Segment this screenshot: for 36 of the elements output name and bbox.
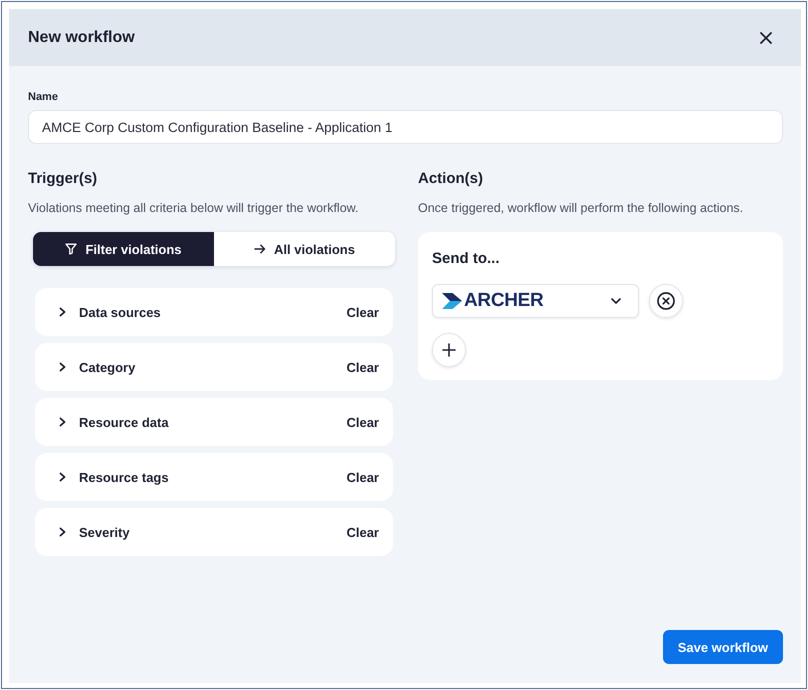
dialog-title: New workflow	[28, 28, 135, 46]
section-description: Violations meeting all criteria below will trigger the workflow.	[28, 200, 360, 217]
mode-tab[interactable]: All violations	[214, 232, 395, 266]
criteria-row[interactable]: Severity Clear	[35, 508, 393, 556]
destination-select[interactable]: ARCHER	[432, 284, 639, 318]
close-icon	[760, 32, 772, 44]
criteria-row[interactable]: Data sources Clear	[35, 288, 393, 336]
name-input[interactable]: AMCE Corp Custom Configuration Baseline - Application 1	[28, 110, 783, 144]
section-heading: Action(s)	[418, 169, 484, 189]
clear-button[interactable]: Clear	[346, 524, 379, 540]
section-description: Once triggered, workflow will perform the following actions.	[418, 200, 744, 217]
criteria-label: Severity	[79, 524, 131, 540]
clear-button[interactable]: Clear	[346, 360, 379, 374]
criteria-label: Resource tags	[79, 470, 170, 484]
criteria-label: Category	[79, 360, 136, 374]
criteria-label: Resource data	[79, 414, 170, 430]
card-title: Send to...	[432, 249, 500, 269]
remove-button[interactable]	[649, 284, 683, 318]
criteria-label: Data sources	[79, 304, 162, 320]
plus-icon	[442, 343, 456, 357]
clear-button[interactable]: Clear	[346, 470, 379, 484]
section-heading: Trigger(s)	[28, 169, 98, 189]
clear-button[interactable]: Clear	[346, 414, 379, 430]
criteria-row[interactable]: Category Clear	[35, 343, 393, 391]
arrow-right-icon	[254, 244, 266, 254]
filter-icon	[65, 243, 78, 255]
add-button[interactable]	[432, 333, 466, 367]
logo-icon	[442, 293, 463, 309]
field-label: Name	[28, 91, 59, 104]
mode-tab[interactable]: Filter violations	[33, 232, 214, 266]
save-button[interactable]: Save workflow	[662, 630, 783, 664]
close-circle-icon	[657, 292, 675, 310]
criteria-row[interactable]: Resource tags Clear	[35, 453, 393, 501]
criteria-row[interactable]: Resource data Clear	[35, 398, 393, 446]
caret-icon	[611, 298, 621, 304]
clear-button[interactable]: Clear	[346, 304, 379, 320]
